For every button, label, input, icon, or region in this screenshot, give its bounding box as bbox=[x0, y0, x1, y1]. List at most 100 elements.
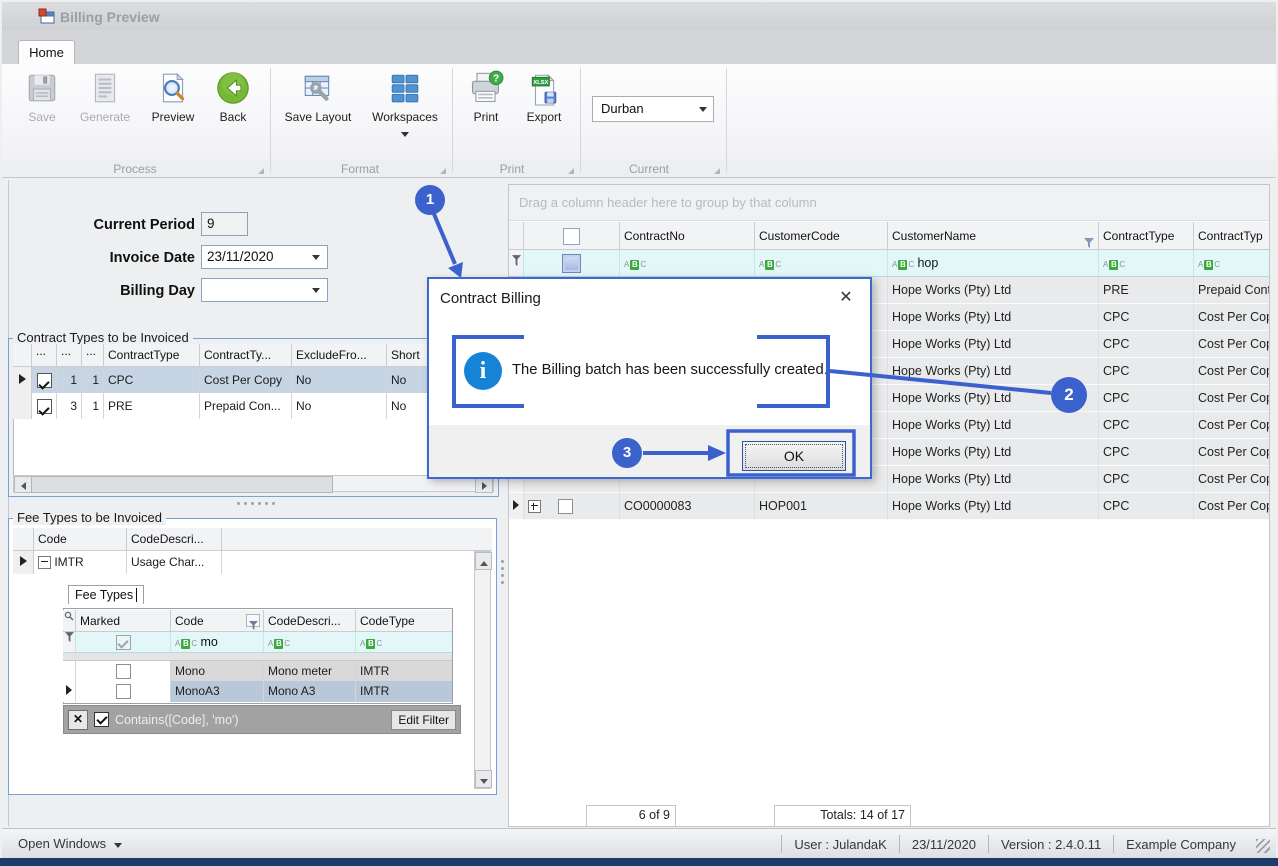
edit-filter-button[interactable]: Edit Filter bbox=[391, 709, 456, 730]
table-row[interactable]: Mono Mono meter IMTR bbox=[63, 661, 452, 681]
print-icon: ? bbox=[460, 70, 512, 108]
filter-customername-input[interactable]: B hop bbox=[888, 250, 1099, 277]
cell-customername: Hope Works (Pty) Ltd bbox=[888, 277, 1099, 304]
combo-dropdown-icon[interactable] bbox=[312, 255, 320, 260]
column-header[interactable]: ... bbox=[32, 344, 57, 367]
horizontal-scrollbar[interactable] bbox=[13, 475, 494, 493]
filter-contractno-input[interactable]: B bbox=[620, 250, 755, 277]
window-bottom-border bbox=[0, 858, 1278, 866]
column-header-codetype[interactable]: CodeType bbox=[356, 610, 452, 632]
column-header[interactable]: ... bbox=[57, 344, 82, 367]
group-by-panel[interactable]: Drag a column header here to group by th… bbox=[509, 185, 1269, 221]
table-row[interactable]: CO0000083 HOP001 Hope Works (Pty) Ltd CP… bbox=[509, 493, 1269, 520]
column-header-marked[interactable]: Marked bbox=[76, 610, 171, 632]
annotation-step-3: 3 bbox=[612, 438, 642, 468]
invoice-date-combo[interactable]: 23/11/2020 bbox=[201, 245, 328, 269]
row-checkbox[interactable] bbox=[558, 499, 574, 515]
scrollbar-thumb[interactable] bbox=[31, 476, 333, 493]
filter-enabled-checkbox[interactable] bbox=[94, 712, 109, 727]
cell-contracttype: CPC bbox=[1099, 304, 1194, 331]
contract-types-group-title: Contract Types to be Invoiced bbox=[13, 331, 193, 345]
tab-fee-types[interactable]: Fee Types bbox=[68, 585, 145, 604]
vertical-splitter[interactable] bbox=[501, 560, 504, 584]
abc-type-icon: B bbox=[759, 251, 781, 276]
tab-home[interactable]: Home bbox=[18, 40, 75, 64]
table-row[interactable]: IMTR Usage Char... bbox=[13, 551, 492, 574]
back-button[interactable]: Back bbox=[208, 70, 258, 136]
preview-button[interactable]: Preview bbox=[142, 70, 204, 136]
scroll-down-icon[interactable] bbox=[475, 770, 492, 788]
workspaces-dropdown-icon[interactable] bbox=[401, 132, 409, 137]
save-layout-button[interactable]: Save Layout bbox=[278, 70, 358, 136]
cell-customername: Hope Works (Pty) Ltd bbox=[888, 412, 1099, 439]
filter-codetype-input[interactable]: B bbox=[356, 632, 452, 653]
status-version: Version : 2.4.0.11 bbox=[1000, 836, 1102, 852]
row-checkbox[interactable] bbox=[76, 681, 171, 702]
close-filter-icon[interactable]: ✕ bbox=[68, 709, 88, 730]
group-options-icon[interactable] bbox=[258, 168, 264, 174]
export-button[interactable]: XLSX Export bbox=[516, 70, 572, 136]
filter-funnel-icon[interactable] bbox=[246, 614, 260, 630]
filter-marked-checkbox[interactable] bbox=[76, 632, 171, 653]
ok-button[interactable]: OK bbox=[742, 441, 846, 471]
column-header-contracttypedesc[interactable]: ContractTy... bbox=[200, 344, 292, 367]
print-button[interactable]: ? Print bbox=[460, 70, 512, 136]
scroll-up-icon[interactable] bbox=[475, 552, 492, 570]
fee-detail-filter-row[interactable]: B mo B B bbox=[63, 632, 452, 653]
group-label-current: Current bbox=[628, 162, 669, 176]
column-header-code[interactable]: Code bbox=[171, 610, 264, 632]
filter-funnel-icon[interactable] bbox=[1084, 230, 1094, 249]
cell-customername: Hope Works (Pty) Ltd bbox=[888, 466, 1099, 493]
column-header-codedesc[interactable]: CodeDescri... bbox=[127, 528, 222, 551]
search-icon[interactable] bbox=[63, 610, 76, 632]
group-options-icon[interactable] bbox=[440, 168, 446, 174]
billing-grid-filter-row[interactable]: B B B hop B B bbox=[509, 250, 1269, 277]
collapse-icon[interactable] bbox=[38, 556, 51, 570]
table-row[interactable]: 1 1 CPC Cost Per Copy No No bbox=[13, 367, 494, 393]
ribbon-group-divider bbox=[452, 68, 453, 172]
fee-types-group-title: Fee Types to be Invoiced bbox=[13, 511, 167, 525]
filter-checkbox-button[interactable] bbox=[524, 250, 620, 277]
group-options-icon[interactable] bbox=[568, 168, 574, 174]
column-header-contractno[interactable]: ContractNo bbox=[620, 222, 755, 250]
table-row[interactable]: MonoA3 Mono A3 IMTR bbox=[63, 681, 452, 702]
open-windows-menu[interactable]: Open Windows bbox=[18, 836, 122, 851]
combo-dropdown-icon[interactable] bbox=[699, 107, 707, 112]
dialog-close-button[interactable]: ✕ bbox=[835, 287, 857, 309]
horizontal-splitter[interactable] bbox=[237, 502, 275, 505]
filter-contracttype-input[interactable]: B bbox=[1099, 250, 1194, 277]
row-checkbox[interactable] bbox=[32, 367, 57, 393]
billing-day-combo[interactable] bbox=[201, 278, 328, 302]
abc-type-icon: B bbox=[1103, 251, 1125, 276]
filter-code-input[interactable]: B mo bbox=[171, 632, 264, 653]
svg-text:?: ? bbox=[493, 73, 499, 84]
select-all-checkbox[interactable] bbox=[524, 222, 620, 250]
column-header-customername[interactable]: CustomerName bbox=[888, 222, 1099, 250]
filter-customercode-input[interactable]: B bbox=[755, 250, 888, 277]
vertical-scrollbar[interactable] bbox=[474, 551, 492, 789]
abc-type-icon: B bbox=[1198, 251, 1220, 276]
current-period-field[interactable]: 9 bbox=[201, 212, 248, 236]
column-header-contracttype[interactable]: ContractType bbox=[104, 344, 200, 367]
filter-codedesc-input[interactable]: B bbox=[264, 632, 356, 653]
column-header-contracttypedesc[interactable]: ContractTyp bbox=[1194, 222, 1269, 250]
column-header-code[interactable]: Code bbox=[34, 528, 127, 551]
row-indicator-icon bbox=[63, 681, 76, 702]
column-header[interactable]: ... bbox=[82, 344, 104, 367]
column-header-codedesc[interactable]: CodeDescri... bbox=[264, 610, 356, 632]
workspaces-button[interactable]: Workspaces bbox=[362, 70, 448, 137]
column-header-excludefrom[interactable]: ExcludeFro... bbox=[292, 344, 387, 367]
group-options-icon[interactable] bbox=[714, 168, 720, 174]
row-checkbox[interactable] bbox=[76, 661, 171, 681]
table-row[interactable]: 3 1 PRE Prepaid Con... No No bbox=[13, 393, 494, 419]
billing-preview-window: Billing Preview Home Save Generate Previ… bbox=[0, 0, 1278, 866]
filter-contracttypedesc-input[interactable]: B bbox=[1194, 250, 1269, 277]
expand-icon[interactable] bbox=[528, 500, 541, 514]
resize-grip[interactable] bbox=[1256, 839, 1270, 853]
row-checkbox[interactable] bbox=[32, 393, 57, 419]
column-header-contracttype[interactable]: ContractType bbox=[1099, 222, 1194, 250]
combo-dropdown-icon[interactable] bbox=[312, 288, 320, 293]
column-header-customercode[interactable]: CustomerCode bbox=[755, 222, 888, 250]
current-branch-combo[interactable]: Durban bbox=[592, 96, 714, 122]
scroll-left-icon[interactable] bbox=[14, 476, 32, 493]
